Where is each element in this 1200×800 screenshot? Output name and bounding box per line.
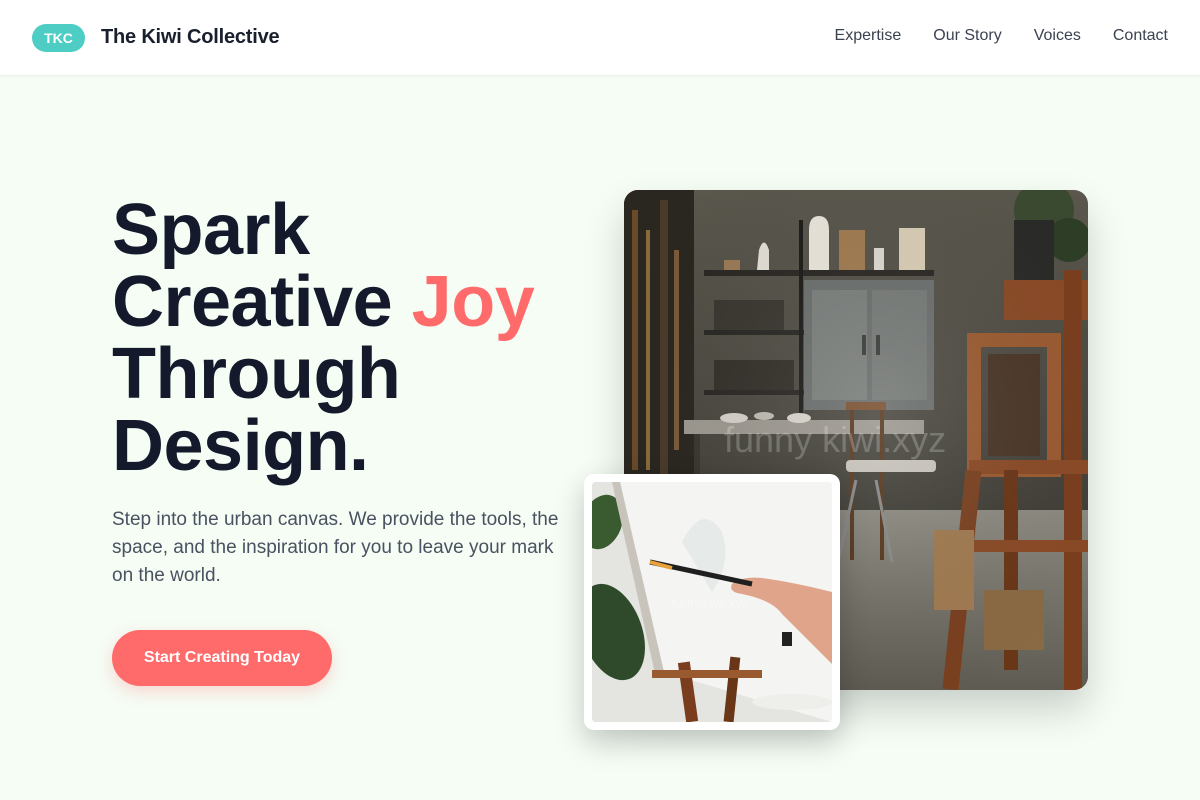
hero-title-line-3: Through: [112, 334, 401, 414]
nav-our-story[interactable]: Our Story: [933, 27, 1001, 45]
painting-illustration: funnykiwi.xyz: [592, 482, 832, 722]
hero-title: Spark Creative Joy Through Design.: [112, 190, 535, 486]
hero-title-line-1: Spark: [112, 190, 310, 270]
brand-name[interactable]: The Kiwi Collective: [101, 26, 280, 49]
studio-photo-watermark: funny kiwi.xyz: [724, 419, 946, 460]
start-creating-button[interactable]: Start Creating Today: [112, 630, 332, 686]
painting-photo: funnykiwi.xyz: [592, 482, 832, 722]
hero-title-line-2: Creative Joy: [112, 266, 535, 338]
hero-subtitle: Step into the urban canvas. We provide t…: [112, 509, 559, 586]
nav-voices[interactable]: Voices: [1034, 27, 1081, 45]
main-nav: Expertise Our Story Voices Contact: [835, 27, 1168, 45]
painting-photo-frame: funnykiwi.xyz: [584, 474, 840, 730]
hero-title-accent: Joy: [411, 262, 535, 342]
hero-title-creative: Creative: [112, 262, 412, 342]
painting-photo-watermark: funnykiwi.xyz: [672, 595, 749, 610]
nav-contact[interactable]: Contact: [1113, 27, 1168, 45]
site-header: TKC The Kiwi Collective Expertise Our St…: [0, 0, 1200, 76]
nav-expertise[interactable]: Expertise: [835, 27, 902, 45]
hero-title-line-4: Design.: [112, 406, 369, 486]
logo-badge[interactable]: TKC: [32, 24, 85, 52]
